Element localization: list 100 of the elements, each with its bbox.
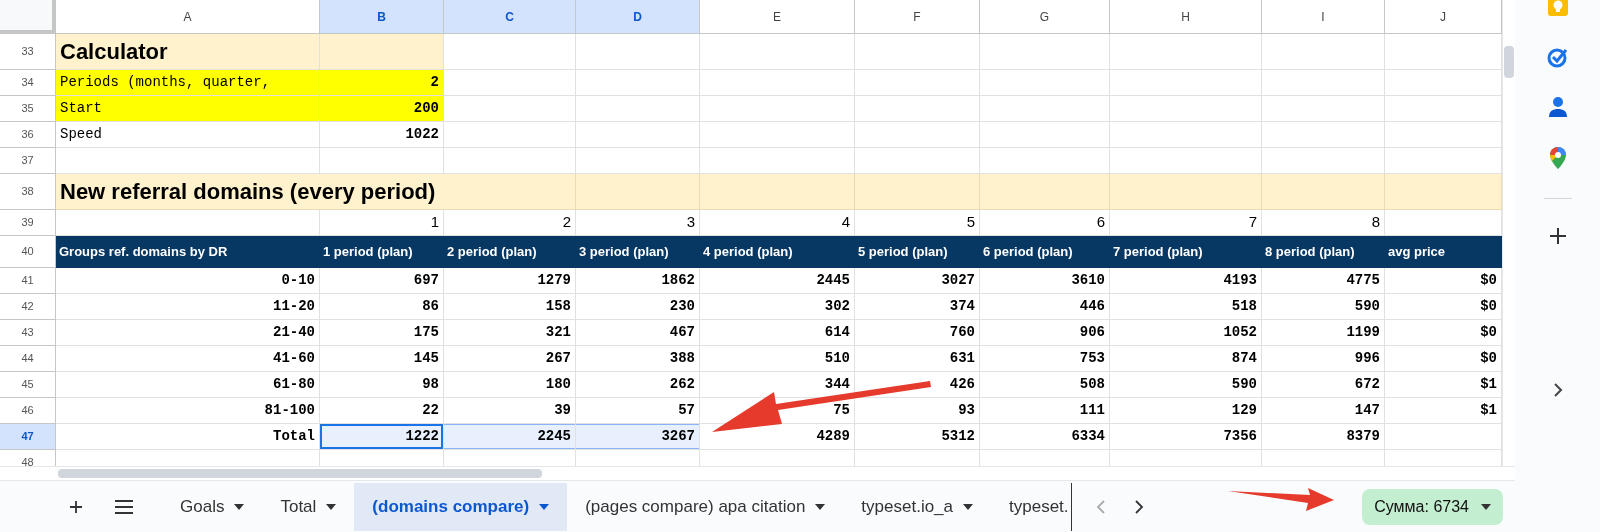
chevron-right-icon[interactable] (1552, 383, 1563, 397)
column-header[interactable]: H (1110, 0, 1262, 34)
row-header[interactable]: 46 (0, 398, 56, 424)
sheet-tab[interactable]: (pages compare) apa citation (567, 482, 844, 531)
table-cell: 1052 (1110, 320, 1262, 346)
check-circle-icon[interactable] (1546, 46, 1569, 68)
table-cell: 5 period (plan) (855, 236, 980, 268)
table-cell: $0 (1385, 346, 1502, 372)
table-cell: 672 (1262, 372, 1385, 398)
row-header[interactable]: 36 (0, 122, 56, 148)
caret-icon (815, 503, 826, 510)
table-cell: 1022 (320, 122, 444, 148)
row-header[interactable]: 41 (0, 268, 56, 294)
sheet-tab[interactable]: typeset.io_a (843, 482, 992, 531)
table-cell: 3027 (855, 268, 980, 294)
sheet-tab[interactable]: Goals (162, 482, 263, 531)
table-cell: 874 (1110, 346, 1262, 372)
plus-icon[interactable] (1548, 227, 1567, 245)
table-cell: 41-60 (56, 346, 320, 372)
column-header[interactable]: E (700, 0, 855, 34)
table-cell: 2 (444, 210, 576, 236)
table-cell: 388 (576, 346, 700, 372)
row-header[interactable]: 34 (0, 70, 56, 96)
map-pin-icon[interactable] (1548, 146, 1567, 170)
sheet-tab[interactable]: (domains compare) (354, 482, 568, 531)
row-header[interactable]: 39 (0, 210, 56, 236)
column-header[interactable]: F (855, 0, 980, 34)
table-cell: 4 period (plan) (700, 236, 855, 268)
table-cell: New referral domains (every period) (56, 174, 576, 210)
row-header[interactable]: 38 (0, 174, 56, 210)
row-header[interactable]: 33 (0, 34, 56, 70)
row-header[interactable]: 44 (0, 346, 56, 372)
sheet-tab[interactable]: typeset. (991, 482, 1072, 531)
row-header[interactable]: 47 (0, 424, 56, 450)
table-cell: 0-10 (56, 268, 320, 294)
table-cell: 344 (700, 372, 855, 398)
row-header[interactable]: 40 (0, 236, 56, 268)
column-header[interactable]: B (320, 0, 444, 34)
table-cell: 8 period (plan) (1262, 236, 1385, 268)
table-cell: 267 (444, 346, 576, 372)
sheet-tab[interactable]: Total (262, 482, 355, 531)
row-header[interactable]: 42 (0, 294, 56, 320)
plus-icon (69, 499, 83, 514)
table-cell: 906 (980, 320, 1110, 346)
table-cell: 374 (855, 294, 980, 320)
table-cell: 697 (320, 268, 444, 294)
column-header[interactable]: G (980, 0, 1110, 34)
table-cell: 2 period (plan) (444, 236, 576, 268)
table-cell: Calculator (56, 34, 320, 70)
table-cell: 1 (320, 210, 444, 236)
table-cell: 61-80 (56, 372, 320, 398)
scrollbar-thumb[interactable] (1504, 46, 1514, 78)
table-cell: 175 (320, 320, 444, 346)
table-cell: 2245 (444, 424, 576, 450)
table-cell: 2 (320, 70, 444, 96)
table-cell: 6 (980, 210, 1110, 236)
table-cell: Total (56, 424, 320, 450)
table-cell: $0 (1385, 294, 1502, 320)
row-header[interactable]: 37 (0, 148, 56, 174)
column-header[interactable]: I (1262, 0, 1385, 34)
table-cell: $1 (1385, 398, 1502, 424)
table-cell: avg price (1385, 236, 1502, 268)
sum-button[interactable]: Сумма: 6734 (1362, 488, 1503, 525)
table-cell: 262 (576, 372, 700, 398)
chevron-left-icon[interactable] (1095, 499, 1106, 514)
column-header[interactable]: C (444, 0, 576, 34)
scrollbar-thumb[interactable] (58, 469, 542, 478)
table-cell: 145 (320, 346, 444, 372)
table-cell: 98 (320, 372, 444, 398)
table-cell: 4 (700, 210, 855, 236)
row-header[interactable]: 43 (0, 320, 56, 346)
table-cell: 590 (1262, 294, 1385, 320)
table-cell: 57 (576, 398, 700, 424)
column-header[interactable]: D (576, 0, 700, 34)
table-cell: $0 (1385, 320, 1502, 346)
table-cell: Speed (56, 122, 320, 148)
table-cell: 11-20 (56, 294, 320, 320)
person-icon[interactable] (1547, 96, 1568, 118)
table-cell: $0 (1385, 268, 1502, 294)
table-cell: 3610 (980, 268, 1110, 294)
table-cell: 1279 (444, 268, 576, 294)
table-cell: 5 (855, 210, 980, 236)
table-cell: 147 (1262, 398, 1385, 424)
column-header[interactable]: J (1385, 0, 1502, 34)
table-cell: 1199 (1262, 320, 1385, 346)
table-cell: 996 (1262, 346, 1385, 372)
table-cell: 230 (576, 294, 700, 320)
chevron-right-icon[interactable] (1133, 499, 1144, 514)
table-cell: $1 (1385, 372, 1502, 398)
table-cell: 7 period (plan) (1110, 236, 1262, 268)
table-cell: 631 (855, 346, 980, 372)
table-cell: 4193 (1110, 268, 1262, 294)
table-cell: Periods (months, quarter, (56, 70, 320, 96)
table-cell: 1 period (plan) (320, 236, 444, 268)
table-cell: 21-40 (56, 320, 320, 346)
table-cell: Groups ref. domains by DR (56, 236, 320, 268)
column-header[interactable]: A (56, 0, 320, 34)
row-header[interactable]: 45 (0, 372, 56, 398)
table-cell: 5312 (855, 424, 980, 450)
row-header[interactable]: 35 (0, 96, 56, 122)
